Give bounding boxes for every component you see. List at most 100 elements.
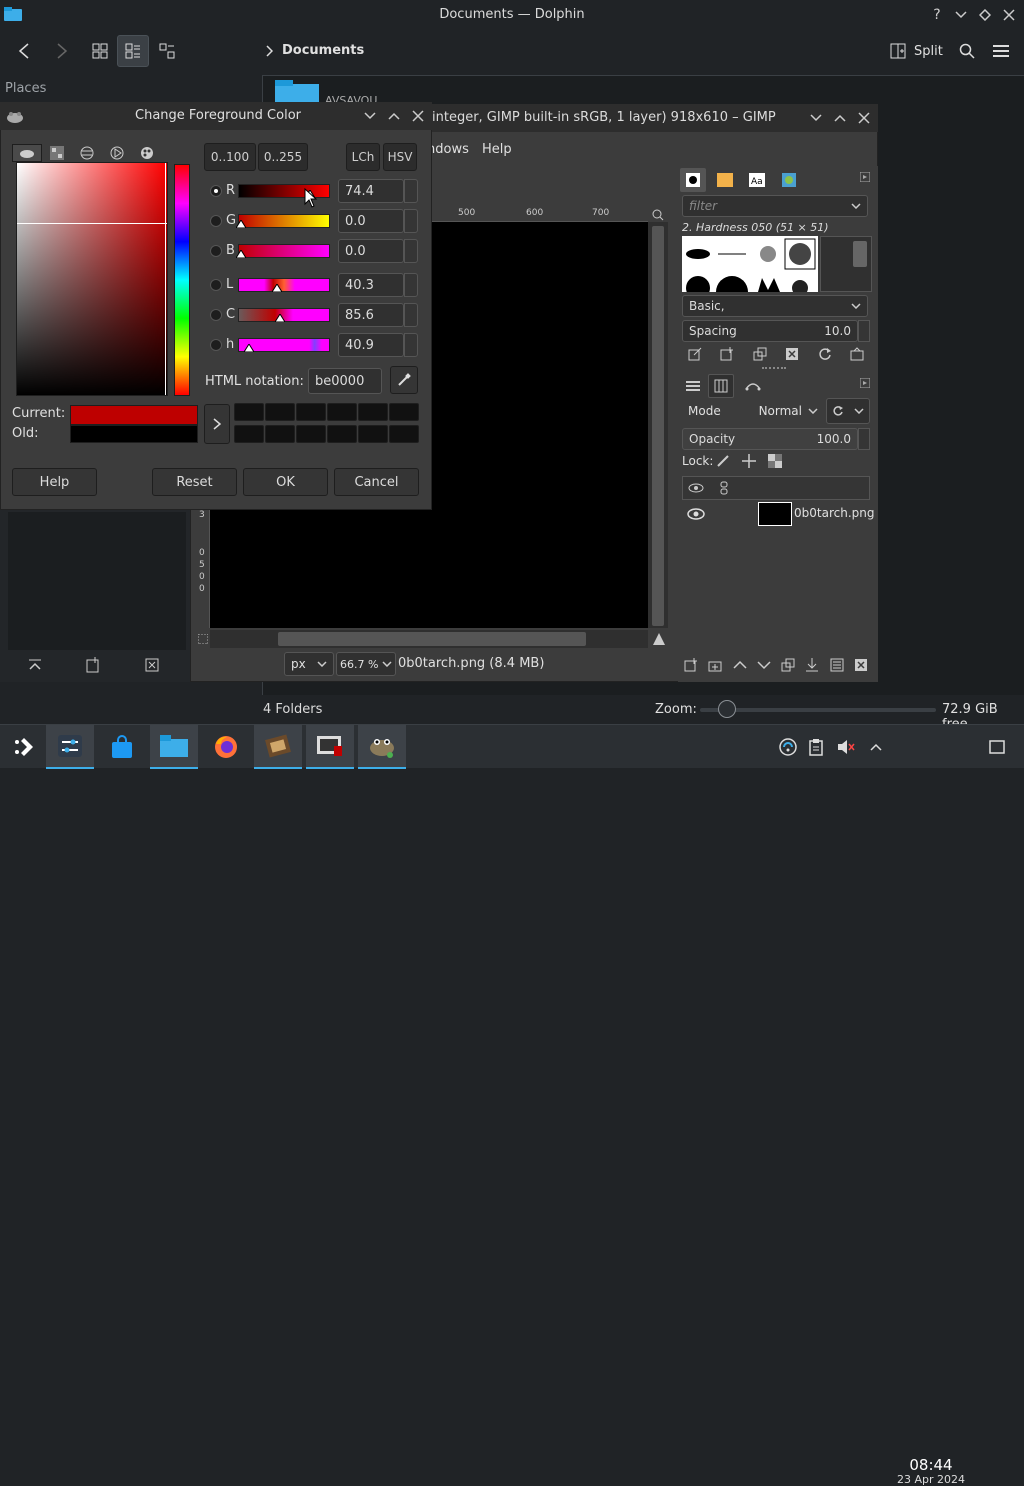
slider-g[interactable] bbox=[238, 214, 330, 228]
menu-help[interactable]: Help bbox=[482, 142, 512, 157]
close-panel-icon[interactable] bbox=[143, 656, 161, 674]
layers-tab[interactable] bbox=[680, 374, 706, 398]
new-document-icon[interactable] bbox=[84, 656, 102, 674]
dialog-minimize-icon[interactable] bbox=[362, 108, 378, 124]
saturation-value-square[interactable] bbox=[16, 162, 168, 396]
watercolor-selector-tab-icon[interactable] bbox=[72, 144, 102, 162]
radio-g[interactable] bbox=[210, 215, 222, 227]
back-button[interactable] bbox=[8, 35, 40, 67]
split-button[interactable]: Split bbox=[888, 36, 948, 66]
help-icon[interactable]: ? bbox=[928, 6, 946, 24]
history-swatch[interactable] bbox=[389, 403, 419, 421]
layer-name[interactable]: 0b0tarch.png bbox=[794, 506, 874, 520]
history-swatch[interactable] bbox=[265, 425, 295, 443]
value-g[interactable]: 0.0 bbox=[338, 209, 404, 233]
spinner-l[interactable] bbox=[404, 273, 418, 297]
duplicate-brush-icon[interactable] bbox=[753, 344, 767, 364]
brush-filter-input[interactable]: filter bbox=[682, 195, 868, 217]
history-swatch[interactable] bbox=[296, 403, 326, 421]
menu-windows[interactable]: ndows bbox=[427, 142, 469, 157]
wheel-selector-tab-icon[interactable] bbox=[102, 144, 132, 162]
spinner-b[interactable] bbox=[404, 239, 418, 263]
new-group-icon[interactable] bbox=[708, 654, 722, 676]
zoom-fit-icon[interactable] bbox=[650, 208, 666, 222]
radio-r[interactable] bbox=[210, 185, 222, 197]
search-icon[interactable] bbox=[956, 40, 978, 62]
value-r[interactable]: 74.4 bbox=[338, 179, 404, 203]
cancel-button[interactable]: Cancel bbox=[334, 468, 419, 496]
new-layer-icon[interactable] bbox=[684, 654, 698, 676]
horizontal-scroll-thumb[interactable] bbox=[278, 632, 586, 646]
lower-layer-icon[interactable] bbox=[757, 654, 771, 676]
unit-select[interactable]: px bbox=[284, 652, 334, 676]
spacing-slider[interactable]: Spacing 10.0 bbox=[682, 320, 858, 342]
clipboard-icon[interactable] bbox=[806, 737, 826, 757]
history-swatch[interactable] bbox=[265, 403, 295, 421]
show-desktop-icon[interactable] bbox=[986, 737, 1008, 757]
brush-grid[interactable] bbox=[682, 236, 818, 292]
reset-button[interactable]: Reset bbox=[152, 468, 237, 496]
forward-button[interactable] bbox=[46, 35, 78, 67]
new-brush-icon[interactable] bbox=[720, 344, 734, 364]
vertical-scroll-thumb[interactable] bbox=[652, 226, 664, 626]
zoom-select[interactable]: 66.7 % bbox=[336, 652, 396, 676]
video-editor-icon[interactable] bbox=[254, 725, 302, 769]
spinner-r[interactable] bbox=[404, 179, 418, 203]
slider-b-handle[interactable] bbox=[236, 250, 246, 258]
quick-mask-icon[interactable] bbox=[196, 630, 210, 648]
history-swatch[interactable] bbox=[327, 403, 357, 421]
history-swatch[interactable] bbox=[358, 425, 388, 443]
gimp-selector-tab-icon[interactable] bbox=[12, 144, 42, 162]
help-button[interactable]: Help bbox=[12, 468, 97, 496]
hsv-button[interactable]: HSV bbox=[383, 143, 417, 171]
html-notation-input[interactable]: be0000 bbox=[308, 368, 382, 394]
lock-pixels-icon[interactable] bbox=[714, 452, 732, 470]
opacity-slider[interactable]: Opacity 100.0 bbox=[682, 428, 858, 450]
opacity-spinner[interactable] bbox=[858, 428, 870, 450]
app-launcher-icon[interactable] bbox=[0, 725, 48, 769]
mode-select[interactable]: Mode Normal bbox=[682, 398, 824, 424]
system-settings-icon[interactable] bbox=[46, 725, 94, 769]
patterns-tab[interactable] bbox=[712, 168, 738, 192]
gimp-minimize-icon[interactable] bbox=[808, 110, 824, 126]
brush-scroll-thumb[interactable] bbox=[853, 241, 867, 267]
history-swatch[interactable] bbox=[234, 403, 264, 421]
spinner-h[interactable] bbox=[404, 333, 418, 357]
history-swatch[interactable] bbox=[296, 425, 326, 443]
layer-visibility-icon[interactable] bbox=[686, 506, 706, 522]
maximize-icon[interactable] bbox=[976, 6, 994, 24]
slider-l-handle[interactable] bbox=[272, 284, 282, 292]
gimp-close-icon[interactable] bbox=[856, 110, 872, 126]
tray-expand-icon[interactable] bbox=[866, 737, 886, 757]
lch-button[interactable]: LCh bbox=[346, 143, 380, 171]
brush-set-select[interactable]: Basic, bbox=[682, 295, 868, 317]
gimp-app-icon[interactable] bbox=[358, 725, 406, 769]
visibility-header-icon[interactable] bbox=[686, 480, 706, 496]
collapse-up-icon[interactable] bbox=[26, 656, 44, 674]
radio-b[interactable] bbox=[210, 245, 222, 257]
volume-muted-icon[interactable] bbox=[836, 737, 856, 757]
add-to-history-button[interactable] bbox=[204, 404, 230, 444]
paths-tab[interactable] bbox=[740, 374, 766, 398]
channels-tab[interactable] bbox=[708, 374, 734, 398]
delete-brush-icon[interactable] bbox=[785, 344, 799, 364]
folder-icon[interactable] bbox=[275, 80, 319, 102]
mode-reset-button[interactable] bbox=[826, 398, 870, 424]
slider-h-handle[interactable] bbox=[244, 344, 254, 352]
brushes-tab[interactable] bbox=[680, 168, 706, 192]
value-c[interactable]: 85.6 bbox=[338, 303, 404, 327]
value-l[interactable]: 40.3 bbox=[338, 273, 404, 297]
details-view-button[interactable] bbox=[117, 35, 149, 67]
delete-layer-icon[interactable] bbox=[854, 654, 868, 676]
dialog-maximize-icon[interactable] bbox=[386, 108, 402, 124]
slider-g-handle[interactable] bbox=[236, 220, 246, 228]
radio-l[interactable] bbox=[210, 279, 222, 291]
navigate-icon[interactable] bbox=[650, 630, 668, 648]
gimp-maximize-icon[interactable] bbox=[832, 110, 848, 126]
icons-view-button[interactable] bbox=[84, 35, 116, 67]
network-icon[interactable] bbox=[778, 737, 798, 757]
duplicate-layer-icon[interactable] bbox=[781, 654, 795, 676]
radio-h[interactable] bbox=[210, 339, 222, 351]
cmyk-selector-tab-icon[interactable] bbox=[42, 144, 72, 162]
merge-layer-icon[interactable] bbox=[805, 654, 819, 676]
